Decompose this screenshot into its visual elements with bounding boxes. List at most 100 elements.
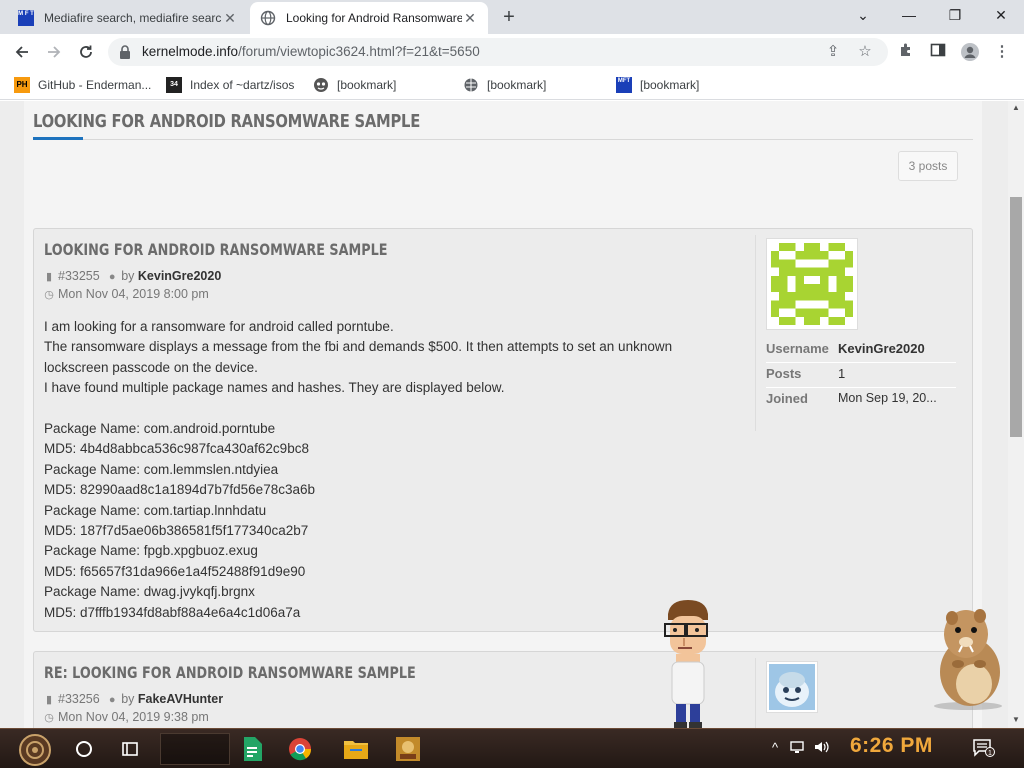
content-wrapper: LOOKING FOR ANDROID RANSOMWARE SAMPLE 3 … (24, 101, 982, 728)
lock-icon[interactable] (118, 44, 132, 60)
taskbar-search-box[interactable] (160, 733, 230, 765)
kebab-menu-icon[interactable]: ⋮ (992, 42, 1012, 62)
file-explorer-icon[interactable] (336, 733, 376, 765)
bookmark-icon: ▮ (45, 694, 53, 706)
bookmark-label: [bookmark] (640, 78, 700, 92)
scroll-up-arrow-icon[interactable]: ▲ (1008, 103, 1024, 112)
post-title[interactable]: RE: LOOKING FOR ANDROID RANSOMWARE SAMPL… (44, 663, 416, 682)
scroll-down-arrow-icon[interactable]: ▼ (1008, 715, 1024, 724)
bookmarks-bar: PH GitHub - Enderman... 34 Index of ~dar… (0, 70, 1024, 100)
network-icon[interactable] (788, 739, 806, 757)
post-content: I am looking for a ransomware for androi… (44, 317, 734, 623)
tray-overflow-chevron-icon[interactable]: ^ (766, 739, 784, 757)
dartz-favicon-icon: 34 (166, 77, 182, 93)
ph-favicon-icon: PH (14, 77, 30, 93)
page-scrollbar[interactable]: ▲ ▼ (1008, 101, 1024, 728)
content-line: MD5: 4b4d8abbca536c987fca430af62c9bc8 (44, 441, 309, 457)
avatar[interactable] (766, 661, 818, 713)
reload-icon[interactable] (74, 40, 98, 64)
avatar[interactable] (766, 238, 858, 330)
clock-icon: ◷ (44, 712, 54, 724)
content-line: MD5: 82990aad8c1a1894d7b7fd56e78c3a6b (44, 482, 315, 498)
globe-icon (260, 10, 276, 26)
tab-kernelmode[interactable]: Looking for Android Ransomware ✕ (250, 2, 488, 34)
chrome-app-icon[interactable] (280, 733, 320, 765)
tab-title: Looking for Android Ransomware (286, 11, 462, 25)
sheets-app-icon[interactable] (232, 733, 272, 765)
post-title[interactable]: LOOKING FOR ANDROID RANSOMWARE SAMPLE (44, 240, 388, 259)
minimize-button[interactable]: — (886, 0, 932, 30)
post-meta-line: ▮ #33256 ● by FakeAVHunter (44, 692, 223, 706)
start-button[interactable] (12, 733, 58, 766)
profile-username-row: Username KevinGre2020 (766, 341, 956, 363)
back-arrow-icon[interactable] (10, 40, 34, 64)
post-author[interactable]: FakeAVHunter (138, 692, 223, 706)
browser-toolbar: kernelmode.info/forum/viewtopic3624.html… (0, 34, 1024, 70)
mft-favicon-icon: MFT (616, 77, 632, 93)
address-bar[interactable]: kernelmode.info/forum/viewtopic3624.html… (108, 38, 888, 66)
bookmark-github-enderman[interactable]: PH GitHub - Enderman... (14, 76, 151, 94)
share-icon[interactable]: ⇪ (824, 43, 842, 61)
posts-count-badge: 3 posts (898, 151, 958, 181)
post-author[interactable]: KevinGre2020 (138, 269, 221, 283)
tab-search-chevron-icon[interactable]: ⌄ (840, 0, 886, 30)
post-id[interactable]: #33256 (58, 692, 100, 706)
content-line: I am looking for a ransomware for androi… (44, 319, 394, 334)
post-meta-line: ▮ #33255 ● by KevinGre2020 (44, 269, 221, 283)
bookmark-index-dartz[interactable]: 34 Index of ~dartz/isos (166, 76, 294, 94)
tab-mediafire[interactable]: M F T Mediafire search, mediafire search… (8, 2, 248, 34)
tab-close-icon[interactable]: ✕ (222, 10, 238, 27)
cartoon-man-sprite[interactable] (660, 600, 716, 728)
extensions-puzzle-icon[interactable] (896, 42, 916, 62)
bookmark-star-icon[interactable]: ☆ (856, 43, 874, 61)
content-line: MD5: d7fffb1934fd8abf88a4e6a4c1d06a7a (44, 604, 301, 620)
new-tab-button[interactable]: + (498, 6, 520, 29)
tab-title: Mediafire search, mediafire search (44, 11, 222, 25)
yeti-avatar-icon (769, 664, 815, 710)
hamster-sprite[interactable] (922, 604, 1010, 710)
bookmark-icon: ▮ (45, 271, 53, 283)
content-line: MD5: f65657f31da966e1a4f52488f91d9e90 (44, 563, 306, 579)
bookmark-item[interactable]: [bookmark] (463, 76, 546, 94)
profile-joined-row: Joined Mon Sep 19, 20... (766, 391, 956, 413)
taskbar-clock[interactable]: 6:26 PM (850, 734, 933, 758)
username-value[interactable]: KevinGre2020 (838, 341, 925, 356)
url-text[interactable]: kernelmode.info/forum/viewtopic3624.html… (142, 44, 480, 59)
volume-icon[interactable] (812, 739, 830, 757)
joined-value: Mon Sep 19, 20... (838, 391, 937, 405)
tab-close-icon[interactable]: ✕ (462, 10, 478, 27)
topic-title[interactable]: LOOKING FOR ANDROID RANSOMWARE SAMPLE (33, 111, 420, 132)
post-by: by (121, 269, 135, 283)
scrollbar-thumb[interactable] (1010, 197, 1022, 437)
task-view-icon[interactable] (110, 733, 150, 765)
forum-post: LOOKING FOR ANDROID RANSOMWARE SAMPLE ▮ #… (33, 228, 973, 632)
bookmark-item[interactable]: MFT [bookmark] (616, 76, 699, 94)
posts-label: Posts (766, 366, 802, 381)
posts-value[interactable]: 1 (838, 366, 845, 381)
globe-favicon-icon (464, 78, 478, 92)
forward-arrow-icon[interactable] (42, 40, 66, 64)
bookmark-item[interactable]: [bookmark] (313, 76, 396, 94)
content-line: Package Name: com.android.porntube (44, 421, 276, 437)
notification-count: 1 (988, 750, 992, 757)
content-line: Package Name: dwag.jvykqfj.brgnx (44, 584, 255, 600)
profile-avatar-icon[interactable] (960, 42, 980, 62)
post-id[interactable]: #33255 (58, 269, 100, 283)
close-window-button[interactable]: ✕ (978, 0, 1024, 30)
url-path: /forum/viewtopic3624.html?f=21&t=5650 (238, 44, 480, 59)
username-label: Username (766, 341, 829, 356)
post-by: by (121, 692, 135, 706)
title-accent-bar (33, 137, 83, 140)
content-line: Package Name: com.lemmslen.ntdyiea (44, 461, 279, 477)
content-line: Package Name: com.tartiap.lnnhdatu (44, 502, 267, 518)
notification-center-icon[interactable]: 1 (972, 739, 996, 757)
side-panel-icon[interactable] (928, 42, 948, 62)
mask-favicon-icon (314, 78, 328, 92)
author-profile: Username KevinGre2020 Posts 1 Joined Mon… (755, 235, 965, 431)
post-date-line: ◷ Mon Nov 04, 2019 8:00 pm (44, 287, 209, 301)
tab-strip: M F T Mediafire search, mediafire search… (0, 0, 1024, 34)
cortana-circle-icon[interactable] (64, 733, 104, 765)
joined-label: Joined (766, 391, 808, 406)
restore-button[interactable]: ❐ (932, 0, 978, 30)
game-app-icon[interactable] (388, 733, 428, 765)
